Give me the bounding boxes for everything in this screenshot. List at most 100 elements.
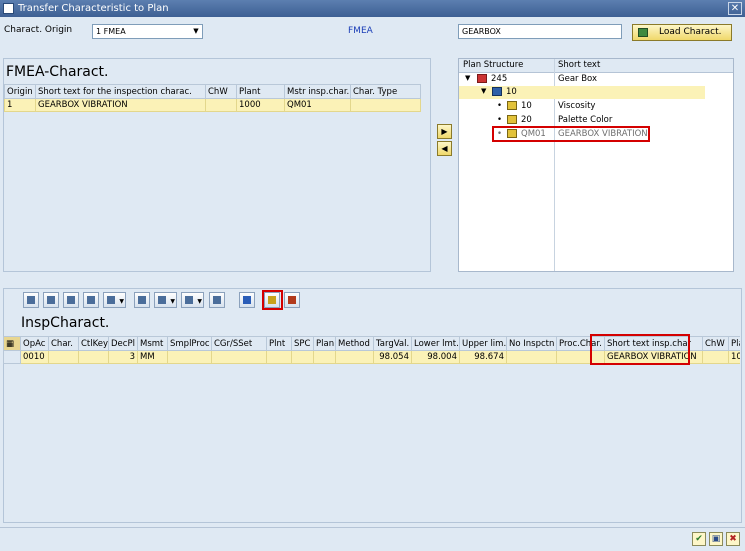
cell-chw[interactable] xyxy=(702,350,729,364)
plan-structure-tree: Plan Structure Short text ▼ 245 Gear Box… xyxy=(458,58,734,272)
col-spc[interactable]: SPC xyxy=(291,336,314,351)
cell-spc[interactable] xyxy=(291,350,314,364)
print-icon[interactable] xyxy=(134,292,150,308)
tree-node-label: 20 xyxy=(521,115,532,125)
col-chw[interactable]: ChW xyxy=(205,84,237,99)
origin-value: 1 FMEA xyxy=(96,27,126,36)
bullet-icon: • xyxy=(497,101,503,111)
cell-lower-lmt[interactable]: 98.004 xyxy=(411,350,460,364)
row-selector[interactable] xyxy=(3,350,21,364)
cell-origin[interactable]: 1 xyxy=(4,98,36,112)
cell-method[interactable] xyxy=(335,350,374,364)
cell-short-text[interactable]: GEARBOX VIBRATION xyxy=(35,98,206,112)
col-plant[interactable]: Plant xyxy=(236,84,285,99)
select-all-icon[interactable]: ▦ xyxy=(3,336,21,351)
col-plan[interactable]: Plan xyxy=(313,336,336,351)
col-chw[interactable]: ChW xyxy=(702,336,729,351)
fmea-panel-title: FMEA-Charact. xyxy=(6,64,109,80)
filter-menu-icon[interactable]: ▼ xyxy=(103,292,126,308)
cell-char-type[interactable] xyxy=(350,98,421,112)
window-title: Transfer Characteristic to Plan xyxy=(18,3,169,14)
close-icon[interactable]: ✕ xyxy=(728,2,742,15)
col-plnt[interactable]: Plnt xyxy=(266,336,292,351)
window-titlebar: Transfer Characteristic to Plan ✕ xyxy=(0,0,745,17)
tree-node-label: 245 xyxy=(491,74,508,84)
col-method[interactable]: Method xyxy=(335,336,374,351)
chevron-down-icon[interactable]: ▼ xyxy=(191,26,201,37)
cell-smplproc[interactable] xyxy=(167,350,212,364)
tree-row-245[interactable]: ▼ 245 Gear Box xyxy=(459,73,733,86)
transfer-left-button[interactable]: ◀ xyxy=(437,141,452,156)
origin-dropdown[interactable]: 1 FMEA ▼ xyxy=(92,24,203,39)
cell-plan-2[interactable]: 100 xyxy=(728,350,740,364)
cell-no-inspctn[interactable] xyxy=(506,350,557,364)
export-icon[interactable]: ▼ xyxy=(154,292,177,308)
tree-node-text: Viscosity xyxy=(558,101,596,111)
cell-plan[interactable] xyxy=(313,350,336,364)
col-ctlkey[interactable]: CtlKey xyxy=(78,336,109,351)
info-icon[interactable] xyxy=(239,292,255,308)
bottom-bar: ✔ ▣ ✖ xyxy=(0,527,745,551)
sort-icon[interactable] xyxy=(63,292,79,308)
delete-row-icon[interactable] xyxy=(284,292,300,308)
col-plan-2[interactable]: Plan xyxy=(728,336,740,351)
cell-plnt[interactable] xyxy=(266,350,292,364)
col-char[interactable]: Char. xyxy=(48,336,79,351)
cell-plant[interactable]: 1000 xyxy=(236,98,285,112)
col-lower-lmt[interactable]: Lower lmt. xyxy=(411,336,460,351)
load-icon xyxy=(638,28,648,37)
fmea-field[interactable]: GEARBOX xyxy=(458,24,622,39)
fmea-value: GEARBOX xyxy=(462,27,501,36)
fmea-link[interactable]: FMEA xyxy=(348,26,373,36)
plan-icon xyxy=(477,74,487,83)
col-origin[interactable]: Origin xyxy=(4,84,36,99)
col-opac[interactable]: OpAc xyxy=(20,336,49,351)
cell-opac[interactable]: 0010 xyxy=(20,350,49,364)
cell-upper-lim[interactable]: 98.674 xyxy=(459,350,507,364)
col-smplproc[interactable]: SmplProc xyxy=(167,336,212,351)
cell-decpl[interactable]: 3 xyxy=(108,350,138,364)
highlight-box xyxy=(262,290,283,310)
col-decpl[interactable]: DecPl xyxy=(108,336,138,351)
transfer-right-button[interactable]: ▶ xyxy=(437,124,452,139)
table-row[interactable]: 1 GEARBOX VIBRATION 1000 QM01 xyxy=(4,98,421,112)
col-cgr-sset[interactable]: CGr/SSet xyxy=(211,336,267,351)
grid-view-icon[interactable] xyxy=(209,292,225,308)
sum-icon[interactable] xyxy=(83,292,99,308)
save-button[interactable]: ▣ xyxy=(709,532,723,546)
cell-cgr-sset[interactable] xyxy=(211,350,267,364)
expand-arrow-icon[interactable]: ▼ xyxy=(481,87,486,95)
cell-char[interactable] xyxy=(48,350,79,364)
col-short-text[interactable]: Short text for the inspection charac. xyxy=(35,84,206,99)
col-upper-lim[interactable]: Upper lim. xyxy=(459,336,507,351)
cell-mstr-insp-char[interactable]: QM01 xyxy=(284,98,351,112)
col-mstr-insp-char[interactable]: Mstr insp.char. xyxy=(284,84,351,99)
col-char-type[interactable]: Char. Type xyxy=(350,84,421,99)
cell-chw[interactable] xyxy=(205,98,237,112)
details-icon[interactable] xyxy=(23,292,39,308)
ok-button[interactable]: ✔ xyxy=(692,532,706,546)
load-button-label: Load Charact. xyxy=(659,27,722,37)
cell-ctlkey[interactable] xyxy=(78,350,109,364)
expand-arrow-icon[interactable]: ▼ xyxy=(465,74,470,82)
cell-msmt[interactable]: MM xyxy=(137,350,168,364)
cancel-button[interactable]: ✖ xyxy=(726,532,740,546)
fmea-table: Origin Short text for the inspection cha… xyxy=(4,84,421,112)
col-no-inspctn[interactable]: No Inspctn xyxy=(506,336,557,351)
load-charact-button[interactable]: Load Charact. xyxy=(632,24,732,41)
tree-node-text: Gear Box xyxy=(558,74,598,84)
tree-node-label: 10 xyxy=(521,101,532,111)
col-targval[interactable]: TargVal. xyxy=(373,336,412,351)
col-msmt[interactable]: Msmt xyxy=(137,336,168,351)
tree-row-op-10[interactable]: ▼ 10 xyxy=(459,86,705,99)
operation-icon xyxy=(492,87,502,96)
highlight-box xyxy=(492,126,650,142)
tree-row-char-10[interactable]: • 10 Viscosity xyxy=(459,100,733,113)
fmea-panel: FMEA-Charact. Origin Short text for the … xyxy=(3,58,431,272)
cell-targval[interactable]: 98.054 xyxy=(373,350,412,364)
characteristic-icon xyxy=(507,115,517,124)
col-plan-structure[interactable]: Plan Structure xyxy=(463,60,523,70)
filter-icon[interactable] xyxy=(43,292,59,308)
col-short-text[interactable]: Short text xyxy=(558,60,600,70)
layout-icon[interactable]: ▼ xyxy=(181,292,204,308)
